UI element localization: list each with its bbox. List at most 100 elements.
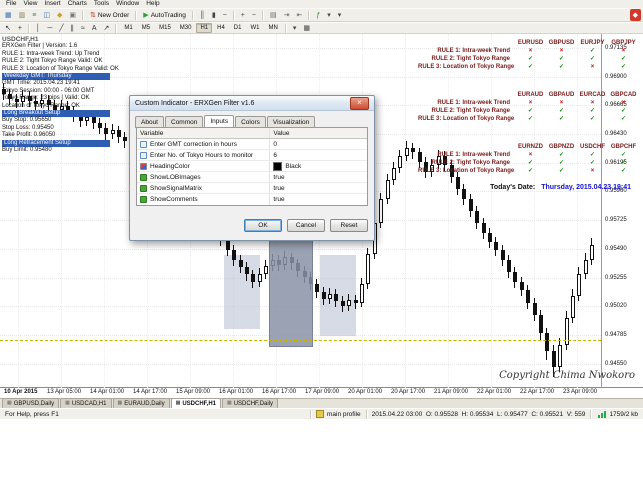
crosshair-icon[interactable]: + xyxy=(15,22,25,34)
line-chart-icon[interactable]: ~ xyxy=(220,9,230,21)
chart-tab-euraud-daily[interactable]: ▦ EURAUD,Daily xyxy=(112,398,170,408)
data-window-icon[interactable]: ◫ xyxy=(40,9,53,21)
timeframe-m5[interactable]: M5 xyxy=(138,23,154,33)
time-axis-label: 13 Apr 05:00 xyxy=(47,389,82,395)
param-row[interactable]: ShowSignalMatrix true xyxy=(137,183,367,194)
chart-shift-icon[interactable]: ⇤ xyxy=(293,9,305,21)
menu-window[interactable]: Window xyxy=(113,0,142,8)
matrix-mark: ✓ xyxy=(527,168,534,174)
candle xyxy=(239,259,243,268)
indicator-list-dropdown[interactable]: ▾ xyxy=(324,9,334,21)
horizontal-line-icon[interactable]: ─ xyxy=(44,22,55,34)
status-help-text: For Help, press F1 xyxy=(0,409,311,419)
text-icon[interactable]: A xyxy=(89,22,100,34)
matrix-mark: ✓ xyxy=(620,116,627,122)
close-icon[interactable]: × xyxy=(350,96,369,110)
param-row[interactable]: ShowComments true xyxy=(137,194,367,205)
cursor-icon[interactable]: ↖ xyxy=(2,22,14,34)
dialog-title-bar[interactable]: Custom Indicator - ERXGen Filter v1.6 × xyxy=(130,96,374,111)
color-swatch xyxy=(273,161,283,171)
reset-button[interactable]: Reset xyxy=(330,219,368,232)
matrix-mark: ✓ xyxy=(589,160,596,166)
menu-view[interactable]: View xyxy=(20,0,40,8)
menu-tools[interactable]: Tools xyxy=(91,0,112,8)
timeframe-h1[interactable]: H1 xyxy=(196,23,213,33)
traffic-text: 1759/2 kb xyxy=(609,410,638,418)
timeframe-h4[interactable]: H4 xyxy=(213,23,229,33)
timeframe-d1[interactable]: D1 xyxy=(230,23,246,33)
zoom-in-icon[interactable]: + xyxy=(238,9,248,21)
menu-file[interactable]: File xyxy=(3,0,19,8)
market-watch-icon[interactable]: ≡ xyxy=(29,9,39,21)
timeframe-mn[interactable]: MN xyxy=(264,23,281,33)
candle xyxy=(398,156,402,169)
candlestick-chart-icon[interactable]: ▮ xyxy=(209,9,219,21)
timeframe-w1[interactable]: W1 xyxy=(246,23,263,33)
chart-shift-icon: ⇤ xyxy=(296,11,303,19)
chart-tab-usdchf-daily[interactable]: ▦ USDCHF,Daily xyxy=(221,398,279,408)
timeframe-m1[interactable]: M1 xyxy=(120,23,136,33)
dialog-tab-inputs[interactable]: Inputs xyxy=(204,115,235,127)
trendline-icon: ╱ xyxy=(59,24,64,32)
status-profile[interactable]: main profile xyxy=(311,409,367,419)
chart-tab-usdcad-h1[interactable]: ▦ USDCAD,H1 xyxy=(60,398,112,408)
ok-button[interactable]: OK xyxy=(244,219,282,232)
tile-windows-icon[interactable]: ▤ xyxy=(267,9,280,21)
templates-dropdown[interactable]: ▾ xyxy=(335,9,345,21)
matrix-mark: ✓ xyxy=(558,160,565,166)
param-row[interactable]: HeadingColor Black xyxy=(137,161,367,172)
param-value[interactable]: true xyxy=(270,172,367,182)
chart-tab-gbpusd-daily[interactable]: ▦ GBPUSD,Daily xyxy=(2,398,60,408)
param-row[interactable]: Enter GMT correction in hours 0 xyxy=(137,139,367,150)
terminal-icon[interactable]: ▣ xyxy=(66,9,79,21)
param-value[interactable]: true xyxy=(270,194,367,205)
matrix-currency-header: EURCAD xyxy=(579,92,606,98)
support-line[interactable] xyxy=(0,340,601,342)
community-icon[interactable]: ◆ xyxy=(629,9,641,21)
matrix-mark: ✓ xyxy=(620,152,627,158)
param-value[interactable]: true xyxy=(270,183,367,193)
fibonacci-icon[interactable]: ≈ xyxy=(78,22,88,34)
timeframe-m30[interactable]: M30 xyxy=(176,23,196,33)
timeframe-m15[interactable]: M15 xyxy=(155,23,175,33)
period-dropdown[interactable]: ▾ xyxy=(290,22,300,34)
template-icon[interactable]: ▦ xyxy=(300,22,313,34)
candle xyxy=(328,294,332,299)
indicators-icon[interactable]: ƒ xyxy=(313,9,323,21)
toolbar-separator xyxy=(81,10,84,20)
status-connection: 1759/2 kb xyxy=(593,410,643,419)
channel-icon[interactable]: ∥ xyxy=(68,22,78,34)
matrix-mark: ✓ xyxy=(558,56,565,62)
param-row[interactable]: ShowLOBImages true xyxy=(137,172,367,183)
time-axis[interactable]: 10 Apr 2015 13 Apr 05:00 14 Apr 01:00 14 Ap… xyxy=(0,388,643,398)
auto-scroll-icon[interactable]: ⇥ xyxy=(281,9,293,21)
new-order-button[interactable]: ⇅ New Order xyxy=(87,9,132,21)
zoom-out-icon[interactable]: − xyxy=(249,9,259,21)
navigator-icon[interactable]: ◆ xyxy=(54,9,65,21)
autotrading-button[interactable]: ▶ AutoTrading xyxy=(140,9,189,21)
candle xyxy=(226,240,230,251)
menu-help[interactable]: Help xyxy=(143,0,162,8)
custom-indicator-dialog: Custom Indicator - ERXGen Filter v1.6 × … xyxy=(129,95,375,241)
menu-charts[interactable]: Charts xyxy=(65,0,90,8)
param-value[interactable]: 6 xyxy=(270,150,367,160)
param-row[interactable]: Enter No. of Tokyo Hours to monitor 6 xyxy=(137,150,367,161)
param-value[interactable]: 0 xyxy=(270,139,367,149)
price-axis-label: 0.95490 xyxy=(605,245,627,252)
bool-param-icon xyxy=(140,196,147,203)
chart-comment-line: Long Breakout Setup xyxy=(2,110,110,118)
fibonacci-icon: ≈ xyxy=(81,24,85,32)
arrow-icon[interactable]: ↗ xyxy=(101,22,113,34)
param-value[interactable]: Black xyxy=(270,161,367,171)
cancel-button[interactable]: Cancel xyxy=(287,219,325,232)
bar-chart-icon[interactable]: ║ xyxy=(197,9,208,21)
trendline-icon[interactable]: ╱ xyxy=(56,22,66,34)
chart-tab-usdchf-h1[interactable]: ▦ USDCHF,H1 xyxy=(170,398,221,408)
candle xyxy=(501,250,505,260)
matrix-currency-header: EURUSD xyxy=(517,40,544,46)
profiles-icon[interactable]: ▥ xyxy=(16,9,29,21)
vertical-line-icon[interactable]: │ xyxy=(33,22,43,34)
tokyo-range-box[interactable] xyxy=(268,231,313,348)
new-chart-icon[interactable]: ▦ xyxy=(2,9,15,21)
menu-insert[interactable]: Insert xyxy=(41,0,63,8)
